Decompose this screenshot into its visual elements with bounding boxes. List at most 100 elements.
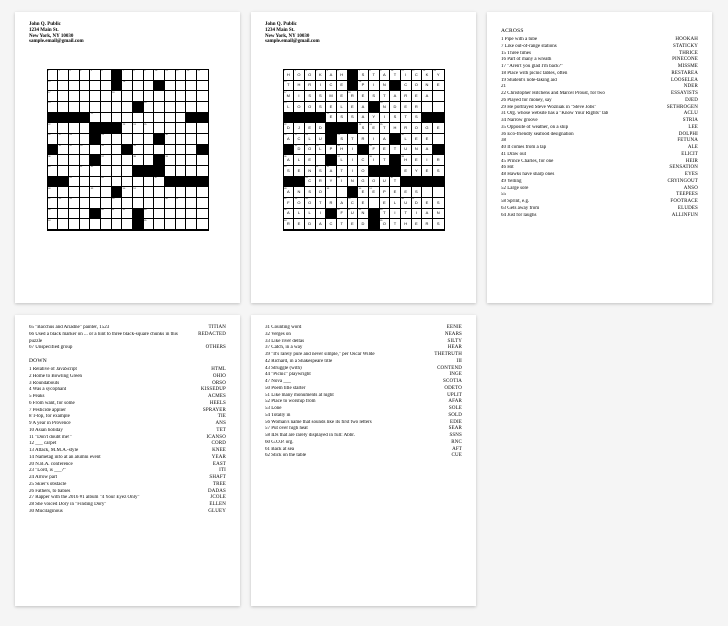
clue-answer: DADAS <box>208 489 226 496</box>
clue-answer: MISSME <box>678 64 698 71</box>
cell-letter: J <box>298 126 300 130</box>
cell-letter: U <box>319 137 322 141</box>
grid-cell: 8 <box>133 70 144 81</box>
clue-row: 26 Fathers, to babiesDADAS <box>29 489 226 496</box>
grid-cell: E <box>401 166 412 177</box>
clue-row: 19 Student's note-taking aidLOOSELEA <box>501 78 698 85</box>
cell-number: 48 <box>284 188 286 190</box>
cell-number: 45 <box>305 177 307 179</box>
clue-row: 23 "Lord, is ___?"ITI <box>29 468 226 475</box>
cell-letter: C <box>415 73 418 77</box>
cell-number: 64 <box>284 220 286 222</box>
clue-text: 10 Asian holiday <box>29 428 210 435</box>
grid-cell: T <box>337 166 348 177</box>
grid-block <box>412 177 423 188</box>
clue-row: 6 From want, for someHEELS <box>29 401 226 408</box>
clue-text: 56 Woman's name that sounds like its fir… <box>265 420 444 427</box>
grid-cell: A <box>380 134 391 145</box>
grid-block <box>433 113 444 124</box>
grid-cell <box>122 155 133 166</box>
cell-number: 35 <box>133 145 135 147</box>
grid-block <box>112 187 123 198</box>
grid-cell <box>433 102 444 113</box>
grid-cell: G <box>358 177 369 188</box>
grid-cell: E <box>380 145 391 156</box>
grid-cell <box>186 187 197 198</box>
grid-cell: A <box>316 219 327 230</box>
cell-letter: A <box>362 115 365 119</box>
cell-letter: T <box>394 179 396 183</box>
clue-text: 39 "It's rarely pure and never simple," … <box>265 352 428 359</box>
cell-letter: S <box>372 94 375 98</box>
grid-cell: T <box>390 219 401 230</box>
grid-cell: O <box>412 123 423 134</box>
clue-text: 45 Prince Charles, for one <box>501 159 680 166</box>
clue-answer: HEIR <box>686 159 698 166</box>
grid-cell: R <box>422 219 433 230</box>
clue-row: 50 Poem title starterODETO <box>265 386 462 393</box>
cell-letter: E <box>426 169 429 173</box>
grid-cell <box>101 219 112 230</box>
clue-row: 63 Gets away fromELUDES <box>501 206 698 213</box>
cell-number: 39 <box>401 156 403 158</box>
grid-cell: 3O <box>305 70 316 81</box>
cell-number: 33 <box>80 145 82 147</box>
grid-block <box>186 113 197 124</box>
cell-letter: E <box>426 201 429 205</box>
grid-cell: 21E <box>326 113 337 124</box>
cell-letter: T <box>383 126 385 130</box>
cell-letter: S <box>437 201 440 205</box>
cell-number: 58 <box>284 209 286 211</box>
cell-number: 10 <box>391 70 393 72</box>
grid-cell: 1 <box>48 70 59 81</box>
cell-letter: A <box>383 73 386 77</box>
grid-cell <box>69 81 80 92</box>
grid-cell <box>133 113 144 124</box>
grid-cell <box>90 219 101 230</box>
clue-answer: ITI <box>219 468 226 475</box>
cell-letter: C <box>308 179 311 183</box>
grid-cell: E <box>422 198 433 209</box>
clue-text: 22 Christopher Hitchens and Marcel Prous… <box>501 91 665 98</box>
grid-cell <box>186 219 197 230</box>
clue-row: 44 "Picnic" playwrightINGE <box>265 372 462 379</box>
cell-number: 55 <box>112 198 114 200</box>
grid-cell: N <box>348 177 359 188</box>
cell-letter: H <box>404 158 407 162</box>
cell-letter: A <box>287 158 290 162</box>
clue-row: 46 HitSENSATION <box>501 165 698 172</box>
clue-answer: ANS <box>216 421 226 428</box>
grid-cell: R <box>412 102 423 113</box>
cell-letter: P <box>362 83 365 87</box>
clue-row: 51 Like many monuments at nightUPLIT <box>265 393 462 400</box>
cell-number: 61 <box>348 209 350 211</box>
clue-row: 57 Put over high heatSEAR <box>265 426 462 433</box>
cell-letter: L <box>319 147 321 151</box>
grid-block <box>48 145 59 156</box>
clue-answer: ACLU <box>684 111 698 118</box>
grid-cell: 25 <box>144 123 155 134</box>
grid-cell: I <box>369 81 380 92</box>
cell-number: 54 <box>69 198 71 200</box>
clue-text: 26 Played for money, say <box>501 98 679 105</box>
grid-cell <box>112 166 123 177</box>
grid-cell <box>186 91 197 102</box>
grid-cell: 28 <box>69 134 80 145</box>
cell-letter: Y <box>372 115 375 119</box>
grid-cell: 47T <box>390 177 401 188</box>
grid-cell: E <box>337 91 348 102</box>
grid-cell: L <box>294 209 305 220</box>
grid-cell <box>165 187 176 198</box>
clue-text: 36 Eco-friendly seafood designation <box>501 132 673 139</box>
grid-cell <box>165 145 176 156</box>
clue-row: 54 Totally inSOLD <box>265 413 462 420</box>
grid-cell <box>101 187 112 198</box>
grid-cell <box>80 209 91 220</box>
grid-block <box>401 177 412 188</box>
clue-row: 2 Home to Bowling GreenOHIO <box>29 374 226 381</box>
cell-letter: E <box>394 190 397 194</box>
cell-number: 1 <box>284 70 285 72</box>
clue-row: 37 Catch, in a wayHEAR <box>265 345 462 352</box>
cell-letter: O <box>415 83 418 87</box>
cell-number: 30 <box>165 134 167 136</box>
